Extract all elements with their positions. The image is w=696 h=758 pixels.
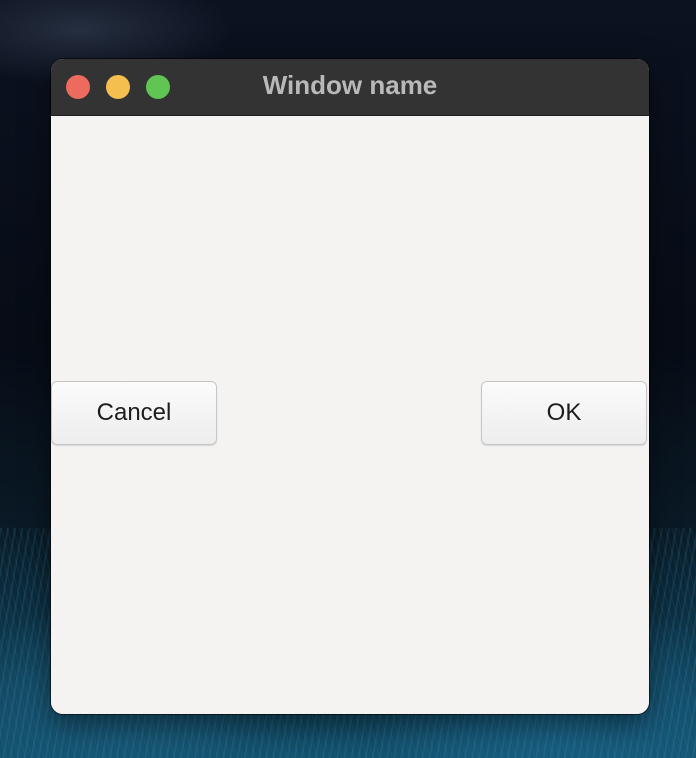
title-bar[interactable]: Window name: [51, 59, 649, 116]
cancel-button[interactable]: Cancel: [51, 381, 217, 445]
dialog-window: Window name Cancel OK: [51, 59, 649, 714]
window-title: Window name: [262, 70, 438, 100]
ok-button[interactable]: OK: [481, 381, 647, 445]
window-content: Cancel OK: [51, 116, 649, 714]
